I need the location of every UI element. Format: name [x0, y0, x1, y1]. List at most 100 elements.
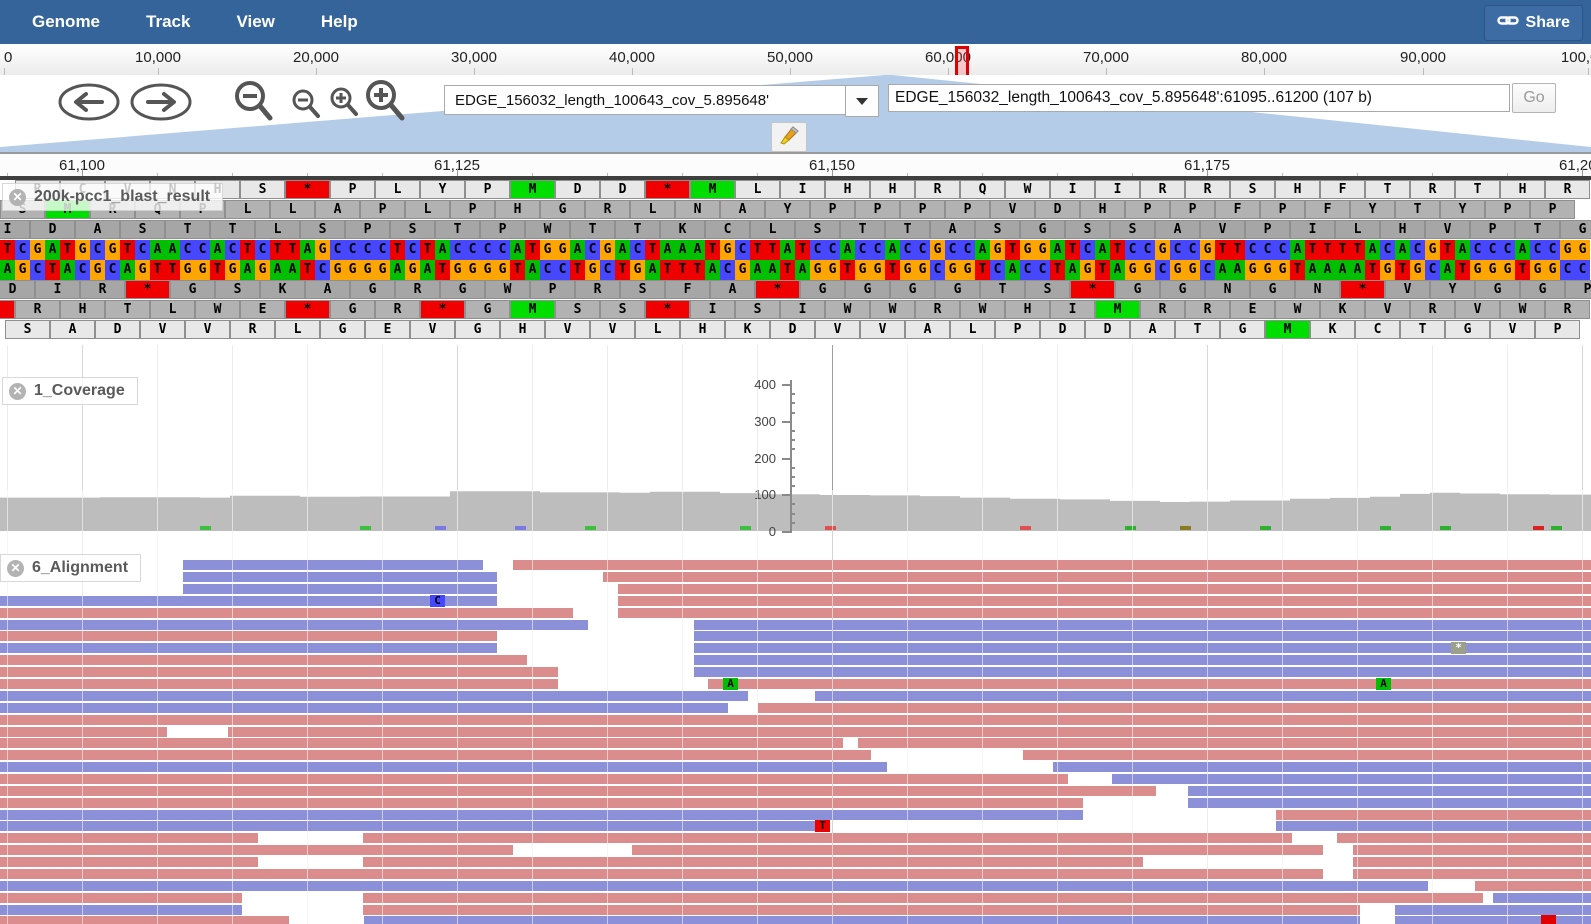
close-icon[interactable]: ✕ [9, 383, 26, 400]
alignment-read[interactable] [618, 584, 1591, 594]
overview-position-marker[interactable] [955, 46, 969, 78]
highlight-tool-button[interactable] [771, 122, 807, 152]
dna-base-cell: G [825, 260, 840, 280]
alignment-read[interactable] [0, 798, 1083, 808]
close-icon[interactable]: ✕ [7, 560, 24, 577]
alignment-read[interactable] [815, 691, 1591, 701]
alignment-read[interactable] [603, 572, 1591, 582]
alignment-read[interactable] [708, 679, 1591, 689]
zoom-in-small-button[interactable] [328, 86, 360, 123]
alignment-read[interactable] [1188, 786, 1591, 796]
menu-genome[interactable]: Genome [18, 12, 114, 32]
alignment-read[interactable] [0, 679, 558, 689]
alignment-read[interactable] [0, 821, 818, 831]
alignment-read[interactable] [0, 845, 513, 855]
zoom-out-small-button[interactable] [290, 88, 322, 125]
alignment-read[interactable] [0, 881, 1428, 891]
alignment-read[interactable] [1395, 916, 1591, 924]
refseq-dropdown-arrow[interactable] [845, 85, 879, 117]
alignment-read[interactable] [363, 833, 1292, 843]
alignment-read[interactable] [0, 667, 558, 677]
dna-base-cell: A [690, 240, 705, 260]
alignment-read[interactable] [1276, 810, 1591, 820]
alignment-read[interactable] [0, 691, 748, 701]
overview-tick-label: 40,000 [609, 49, 655, 66]
alignment-read[interactable] [1353, 869, 1591, 879]
pan-right-button[interactable] [130, 83, 192, 121]
menu-track[interactable]: Track [132, 12, 204, 32]
alignment-read[interactable] [0, 762, 887, 772]
alignment-read[interactable] [0, 750, 871, 760]
dna-base-cell: G [105, 240, 120, 260]
amino-acid-cell: T [570, 220, 615, 239]
alignment-read[interactable] [1053, 762, 1591, 772]
alignment-read[interactable] [618, 596, 1591, 606]
dna-base-cell: A [645, 260, 660, 280]
alignment-read[interactable] [1188, 798, 1591, 808]
alignment-read[interactable] [0, 857, 258, 867]
menu-help[interactable]: Help [307, 12, 372, 32]
gridline-overlay [1432, 490, 1433, 924]
alignment-read[interactable] [228, 727, 1591, 737]
alignment-read[interactable] [758, 703, 1591, 713]
alignment-read[interactable] [694, 631, 1591, 641]
alignment-read[interactable] [1112, 774, 1591, 784]
alignment-read[interactable] [0, 905, 242, 915]
alignment-read[interactable] [0, 643, 497, 653]
stop-codon-cell: * [0, 300, 15, 319]
track-label-alignment[interactable]: ✕ 6_Alignment [0, 554, 141, 582]
overview-ruler[interactable]: 010,00020,00030,00040,00050,00060,00070,… [0, 44, 1591, 76]
alignment-read[interactable] [0, 893, 242, 903]
track-label-blast[interactable]: ✕ 200k-pcc1_blast_result [2, 183, 223, 211]
location-input[interactable] [888, 84, 1510, 112]
alignment-read[interactable] [183, 572, 497, 582]
alignment-read[interactable] [0, 631, 497, 641]
track-label-coverage[interactable]: ✕ 1_Coverage [2, 377, 138, 405]
alignment-read[interactable] [858, 738, 1591, 748]
alignment-read[interactable] [0, 703, 728, 713]
share-button[interactable]: Share [1484, 5, 1583, 41]
zoom-in-large-button[interactable] [362, 77, 408, 128]
alignment-read[interactable] [0, 738, 843, 748]
alignment-read[interactable] [1337, 833, 1591, 843]
alignment-read[interactable] [694, 620, 1591, 630]
alignment-read[interactable] [618, 608, 1591, 618]
alignment-read[interactable] [363, 893, 1483, 903]
alignment-read[interactable] [0, 727, 167, 737]
alignment-read[interactable] [0, 620, 588, 630]
alignment-read[interactable] [694, 655, 1591, 665]
alignment-read[interactable] [1276, 821, 1591, 831]
pan-left-button[interactable] [58, 83, 120, 121]
dna-base-cell: A [300, 240, 315, 260]
alignment-read[interactable] [183, 560, 483, 570]
close-icon[interactable]: ✕ [9, 189, 26, 206]
alignment-read[interactable] [0, 810, 1083, 820]
alignment-read[interactable] [363, 905, 1360, 915]
alignment-read[interactable] [1395, 905, 1591, 915]
dna-base-cell: T [1065, 240, 1080, 260]
zoom-out-large-button[interactable] [232, 79, 276, 128]
menu-view[interactable]: View [222, 12, 288, 32]
alignment-read[interactable] [0, 655, 527, 665]
alignment-read[interactable] [0, 833, 258, 843]
alignment-read[interactable] [0, 869, 1323, 879]
alignment-read[interactable] [0, 596, 497, 606]
alignment-read[interactable] [0, 916, 289, 924]
alignment-read[interactable] [694, 667, 1591, 677]
alignment-read[interactable] [513, 560, 1591, 570]
refseq-select[interactable]: EDGE_156032_length_100643_cov_5.895648' [444, 85, 856, 115]
alignment-read[interactable] [1475, 881, 1591, 891]
go-button[interactable]: Go [1512, 83, 1556, 113]
alignment-read[interactable] [363, 857, 1143, 867]
alignment-read[interactable] [364, 916, 1360, 924]
alignment-read[interactable] [1023, 750, 1591, 760]
alignment-read[interactable] [1353, 857, 1591, 867]
blast-result-track[interactable]: RCVNHS*PLYPMDD*MLIHHRQWIIRRSHFTRTHRSMRQP… [0, 180, 1591, 342]
alignment-read[interactable] [1353, 845, 1591, 855]
alignment-read[interactable] [0, 608, 573, 618]
alignment-read[interactable] [632, 845, 1323, 855]
alignment-read[interactable] [183, 584, 497, 594]
detail-ruler[interactable]: 61,10061,12561,15061,17561,200 [0, 152, 1591, 178]
amino-acid-cell: I [690, 300, 735, 319]
alignment-read[interactable] [0, 715, 1591, 725]
